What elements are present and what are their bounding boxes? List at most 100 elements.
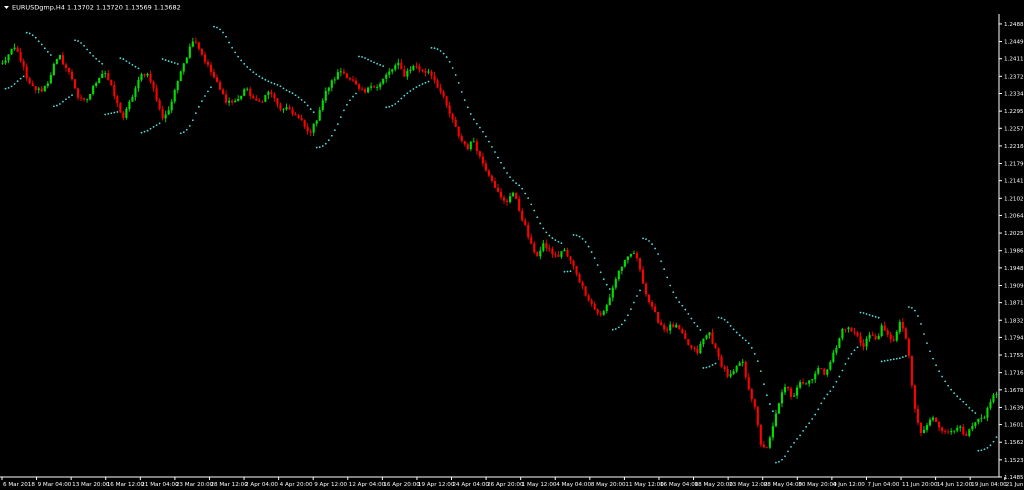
candle [823,367,826,376]
triangle-down-icon[interactable] [4,6,9,9]
sar-dot [321,145,324,147]
candle [913,384,916,413]
candle [705,334,708,340]
candle-body [98,77,101,84]
sar-dot [445,56,448,58]
sar-dot [735,331,738,334]
sar-dot [466,106,469,109]
candle [708,331,711,339]
candle [64,62,68,72]
candle-body [563,249,566,252]
candle [149,70,152,84]
sar-dot [412,88,415,90]
sar-dot [929,350,931,353]
candle-body [276,98,279,105]
candle-body [898,321,901,332]
sar-dot [941,375,944,378]
candle [835,345,838,356]
candle [73,79,77,89]
candle-body [638,258,642,270]
candle-body [451,113,454,120]
candle-body [708,332,711,336]
sar-dot [926,342,928,344]
time-tick-label: 23 May 12:00 [729,482,768,488]
sar-dot [569,270,572,273]
sar-dot [639,289,641,292]
candle [454,116,457,128]
candle-body [7,54,10,61]
sar-dot [494,151,496,153]
sar-dot [560,242,563,245]
candle [466,142,469,151]
candle-body [644,283,648,295]
candle-body [152,81,155,89]
sar-dot [705,366,708,369]
price-chart[interactable]: 1.24880 1.24490 1.24110 1.23720 1.23340 1.229… [0,0,1024,490]
price-tick-label: 1.17550 [1004,353,1024,359]
candle [729,370,732,379]
sar-dot [343,109,345,112]
sar-dot [651,243,653,246]
candle [641,265,645,285]
sar-dot [101,62,104,65]
candle [654,303,657,313]
sar-dot [533,209,536,212]
sar-dot [228,41,231,44]
sar-dot [935,364,937,367]
sar-dot [403,94,406,97]
candle-body [814,373,817,380]
sar-dot [164,59,167,61]
candle-body [780,392,784,404]
candle [859,332,862,347]
sar-dot [762,383,765,386]
candle-body [554,254,557,256]
candle-body [249,88,252,97]
candle-body [641,269,645,284]
time-tick-label: 4 Jun 12:00 [833,482,865,488]
candle [412,64,415,71]
candle [113,81,116,100]
sar-dot [439,50,442,52]
candle-body [654,306,657,313]
candle-body [267,91,270,96]
price-tick-label: 1.17940 [1004,335,1024,341]
sar-dot [506,172,508,174]
sar-dot [62,100,64,103]
candle [86,98,89,103]
candle-body [569,256,572,261]
candle [617,270,620,282]
sar-dot [240,59,243,62]
candle [1,60,4,65]
sar-dot [895,357,898,360]
candle [31,80,34,87]
candle-body [829,361,832,370]
sar-dot [279,85,282,88]
sar-dot [907,306,910,308]
candle [146,72,149,78]
sar-dot [297,96,300,99]
candle [554,251,557,258]
candle [690,344,693,351]
sar-dot [204,95,206,97]
sar-dot [944,380,947,383]
sar-dot [696,325,699,328]
candle-body [243,89,246,96]
candle [185,56,188,64]
candle [560,251,563,259]
candle [303,119,306,130]
sar-dot [871,315,874,317]
candle-body [551,248,554,255]
price-tick-label: 1.16780 [1004,388,1024,394]
candle [638,257,642,273]
candle-body [499,191,503,198]
candle [669,321,672,335]
sar-dot [300,98,303,101]
candle-body [856,332,859,337]
sar-dot [530,203,533,206]
candle-body [28,78,31,84]
candle [246,87,249,92]
sar-dot [820,402,823,405]
candle [889,331,892,344]
candle [509,192,512,204]
sar-dot [264,78,267,81]
